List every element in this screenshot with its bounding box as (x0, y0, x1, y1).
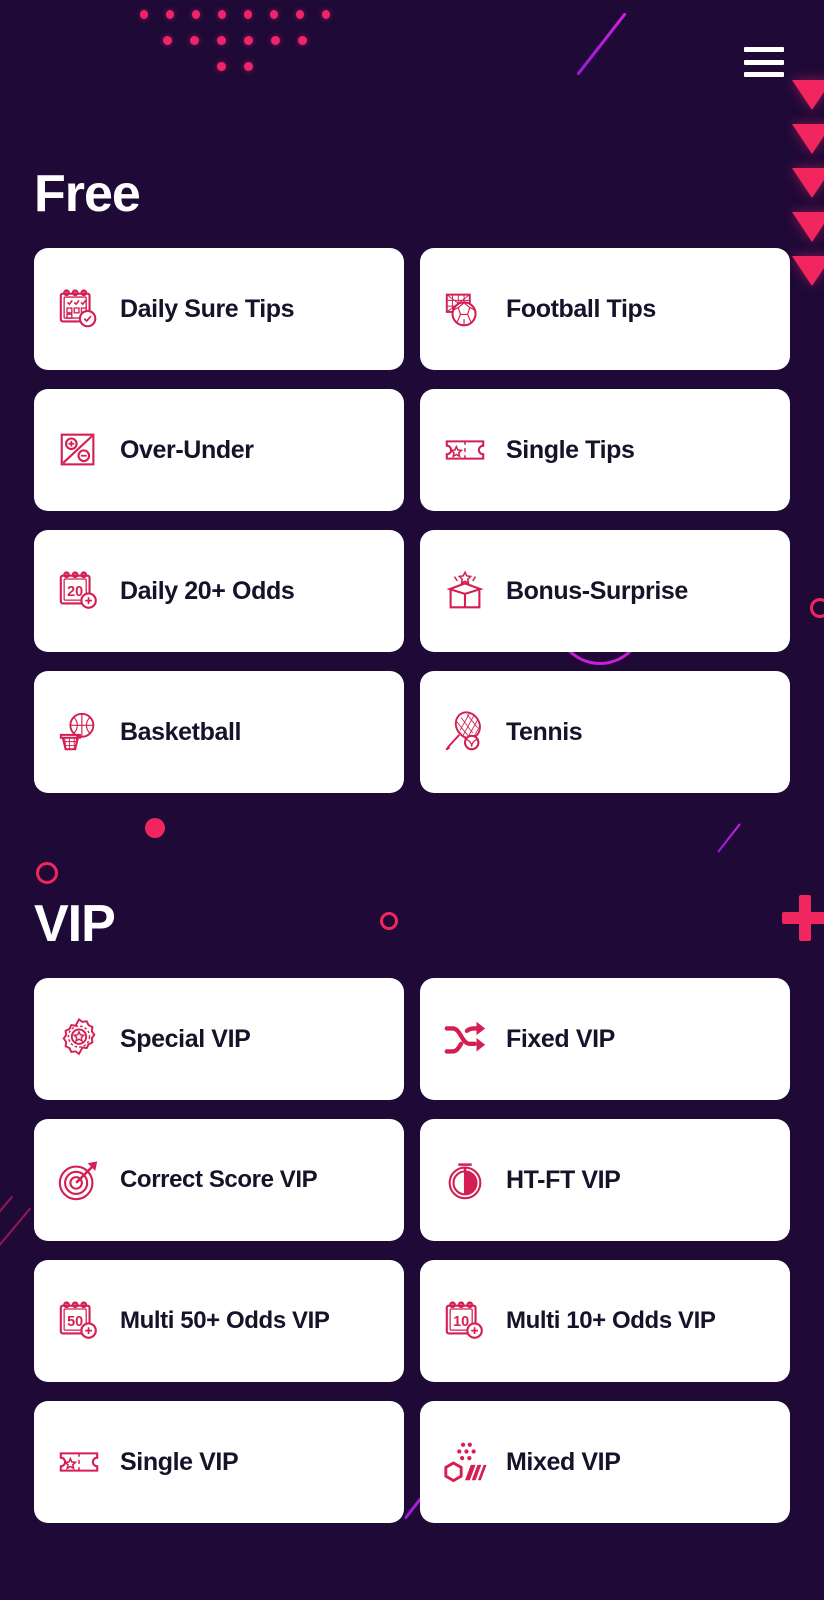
card-tennis[interactable]: Tennis (420, 671, 790, 793)
hamburger-bar (744, 72, 784, 77)
ticket-star-icon (445, 440, 485, 460)
diagonal-line-decoration (576, 12, 627, 76)
card-basketball[interactable]: Basketball (34, 671, 404, 793)
dot-row (140, 10, 330, 19)
card-label: Multi 50+ Odds VIP (120, 1307, 330, 1334)
tennis-racket-icon (445, 711, 481, 751)
app-root: Free Daily Sure Tips Football Tips Over-… (0, 0, 824, 1600)
badge-star-icon (62, 1017, 96, 1056)
svg-text:50: 50 (67, 1314, 83, 1330)
card-single-vip[interactable]: Single VIP (34, 1401, 404, 1523)
over-under-icon (60, 433, 95, 466)
gift-box-icon (446, 570, 484, 609)
card-multi-50-plus-odds-vip[interactable]: 50 Multi 50+ Odds VIP (34, 1260, 404, 1382)
hamburger-menu-icon[interactable] (744, 47, 784, 77)
target-dart-icon (58, 1161, 98, 1201)
card-bonus-surprise[interactable]: Bonus-Surprise (420, 530, 790, 652)
card-label: Football Tips (506, 294, 656, 323)
card-correct-score-vip[interactable]: Correct Score VIP (34, 1119, 404, 1241)
card-fixed-vip[interactable]: Fixed VIP (420, 978, 790, 1100)
card-label: Single VIP (120, 1447, 239, 1476)
card-football-tips[interactable]: Football Tips (420, 248, 790, 370)
card-daily-20-plus-odds[interactable]: 20 Daily 20+ Odds (34, 530, 404, 652)
calendar-20-plus-icon: 20 (59, 571, 97, 609)
football-goal-icon (445, 293, 477, 327)
card-over-under[interactable]: Over-Under (34, 389, 404, 511)
card-label: Single Tips (506, 435, 635, 464)
svg-text:20: 20 (67, 584, 83, 600)
card-label: Multi 10+ Odds VIP (506, 1307, 716, 1334)
stopwatch-half-icon (448, 1163, 482, 1200)
card-label: Over-Under (120, 435, 254, 464)
card-label: Correct Score VIP (120, 1166, 318, 1193)
card-label: Basketball (120, 717, 242, 746)
calendar-50-plus-icon: 50 (59, 1301, 97, 1339)
card-mixed-vip[interactable]: Mixed VIP (420, 1401, 790, 1523)
card-ht-ft-vip[interactable]: HT-FT VIP (420, 1119, 790, 1241)
dot-row (140, 62, 330, 71)
shuffle-arrows-icon (444, 1021, 486, 1054)
card-label: Daily Sure Tips (120, 294, 295, 323)
card-special-vip[interactable]: Special VIP (34, 978, 404, 1100)
dot-row (140, 36, 330, 45)
section-title-free: Free (34, 165, 141, 223)
basketball-hoop-icon (59, 712, 95, 751)
svg-text:10: 10 (453, 1314, 469, 1330)
hamburger-bar (744, 47, 784, 52)
card-label: Special VIP (120, 1024, 251, 1053)
card-label: Mixed VIP (506, 1447, 621, 1476)
card-label: Tennis (506, 717, 583, 746)
free-tips-grid: Daily Sure Tips Football Tips Over-Under… (34, 248, 790, 793)
card-single-tips[interactable]: Single Tips (420, 389, 790, 511)
card-label: Fixed VIP (506, 1024, 615, 1053)
section-title-vip: VIP (34, 895, 116, 953)
dot-grid-decoration (140, 10, 330, 88)
card-label: Bonus-Surprise (506, 576, 688, 605)
hamburger-bar (744, 59, 784, 65)
card-multi-10-plus-odds-vip[interactable]: 10 Multi 10+ Odds VIP (420, 1260, 790, 1382)
ticket-star-icon (59, 1452, 99, 1472)
page-content: Free Daily Sure Tips Football Tips Over-… (0, 168, 824, 1600)
calendar-check-icon (59, 289, 97, 328)
card-label: HT-FT VIP (506, 1165, 621, 1194)
calendar-10-plus-icon: 10 (445, 1301, 483, 1339)
mixed-shapes-icon (444, 1442, 487, 1483)
card-label: Daily 20+ Odds (120, 576, 295, 605)
card-daily-sure-tips[interactable]: Daily Sure Tips (34, 248, 404, 370)
vip-tips-grid: Special VIP Fixed VIP Correct Score VIP … (34, 978, 790, 1523)
